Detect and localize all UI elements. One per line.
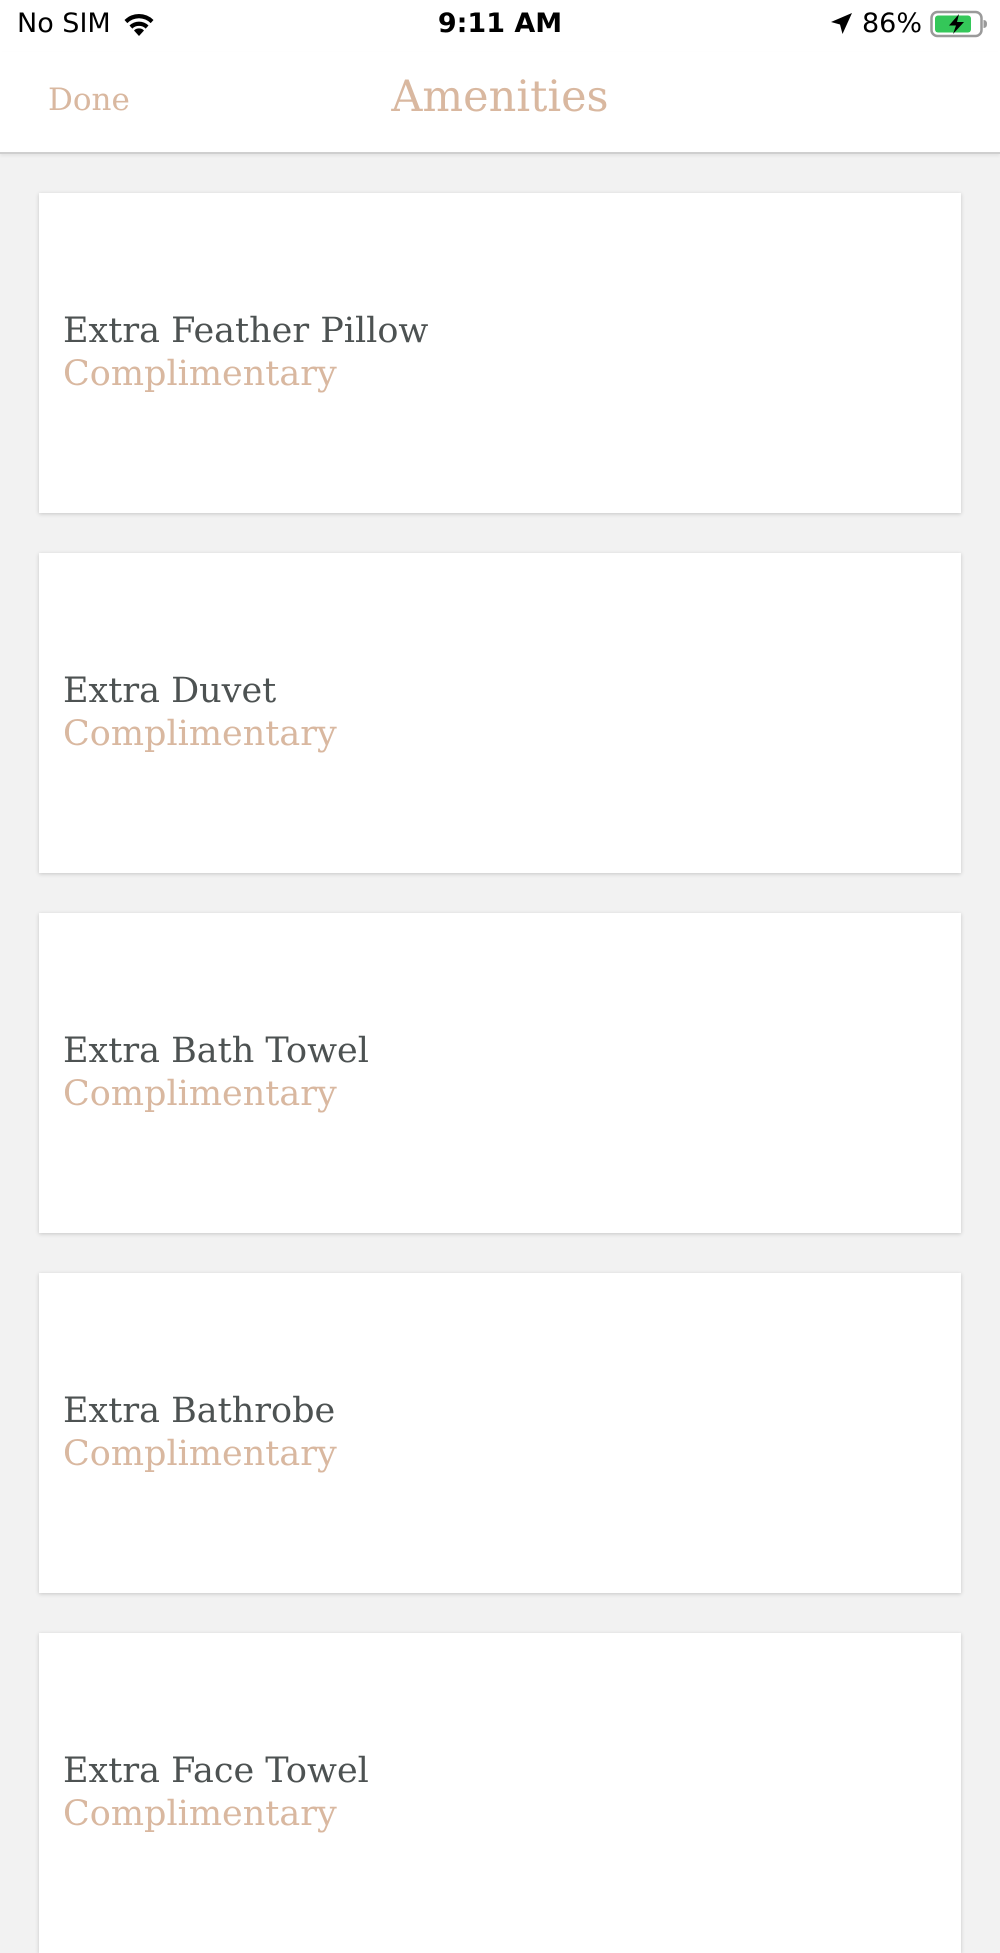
amenity-price: Complimentary [63, 1074, 337, 1114]
location-arrow-icon [830, 12, 852, 34]
amenity-name: Extra Face Towel [63, 1751, 369, 1791]
status-right: 86% [828, 8, 988, 39]
battery-percent: 86% [861, 8, 922, 39]
amenity-name: Extra Bathrobe [63, 1391, 336, 1431]
amenity-card-extra-duvet[interactable]: Extra Duvet Complimentary [39, 553, 961, 873]
amenity-name: Extra Duvet [63, 671, 277, 711]
amenity-card-extra-bathrobe[interactable]: Extra Bathrobe Complimentary [39, 1273, 961, 1593]
status-bar: No SIM 9:11 AM 86% [0, 0, 1000, 52]
amenity-card-extra-face-towel[interactable]: Extra Face Towel Complimentary [39, 1633, 961, 1953]
amenity-price: Complimentary [63, 1794, 337, 1834]
amenity-price: Complimentary [63, 1434, 337, 1474]
amenity-card-extra-bath-towel[interactable]: Extra Bath Towel Complimentary [39, 913, 961, 1233]
page-title: Amenities [391, 72, 609, 122]
navigation-bar: Done Amenities [0, 52, 1000, 154]
battery-charging-icon [930, 10, 987, 37]
amenity-name: Extra Feather Pillow [63, 311, 429, 351]
amenity-card-extra-feather-pillow[interactable]: Extra Feather Pillow Complimentary [39, 193, 961, 513]
amenity-name: Extra Bath Towel [63, 1031, 369, 1071]
amenity-price: Complimentary [63, 354, 337, 394]
amenity-price: Complimentary [63, 714, 337, 754]
